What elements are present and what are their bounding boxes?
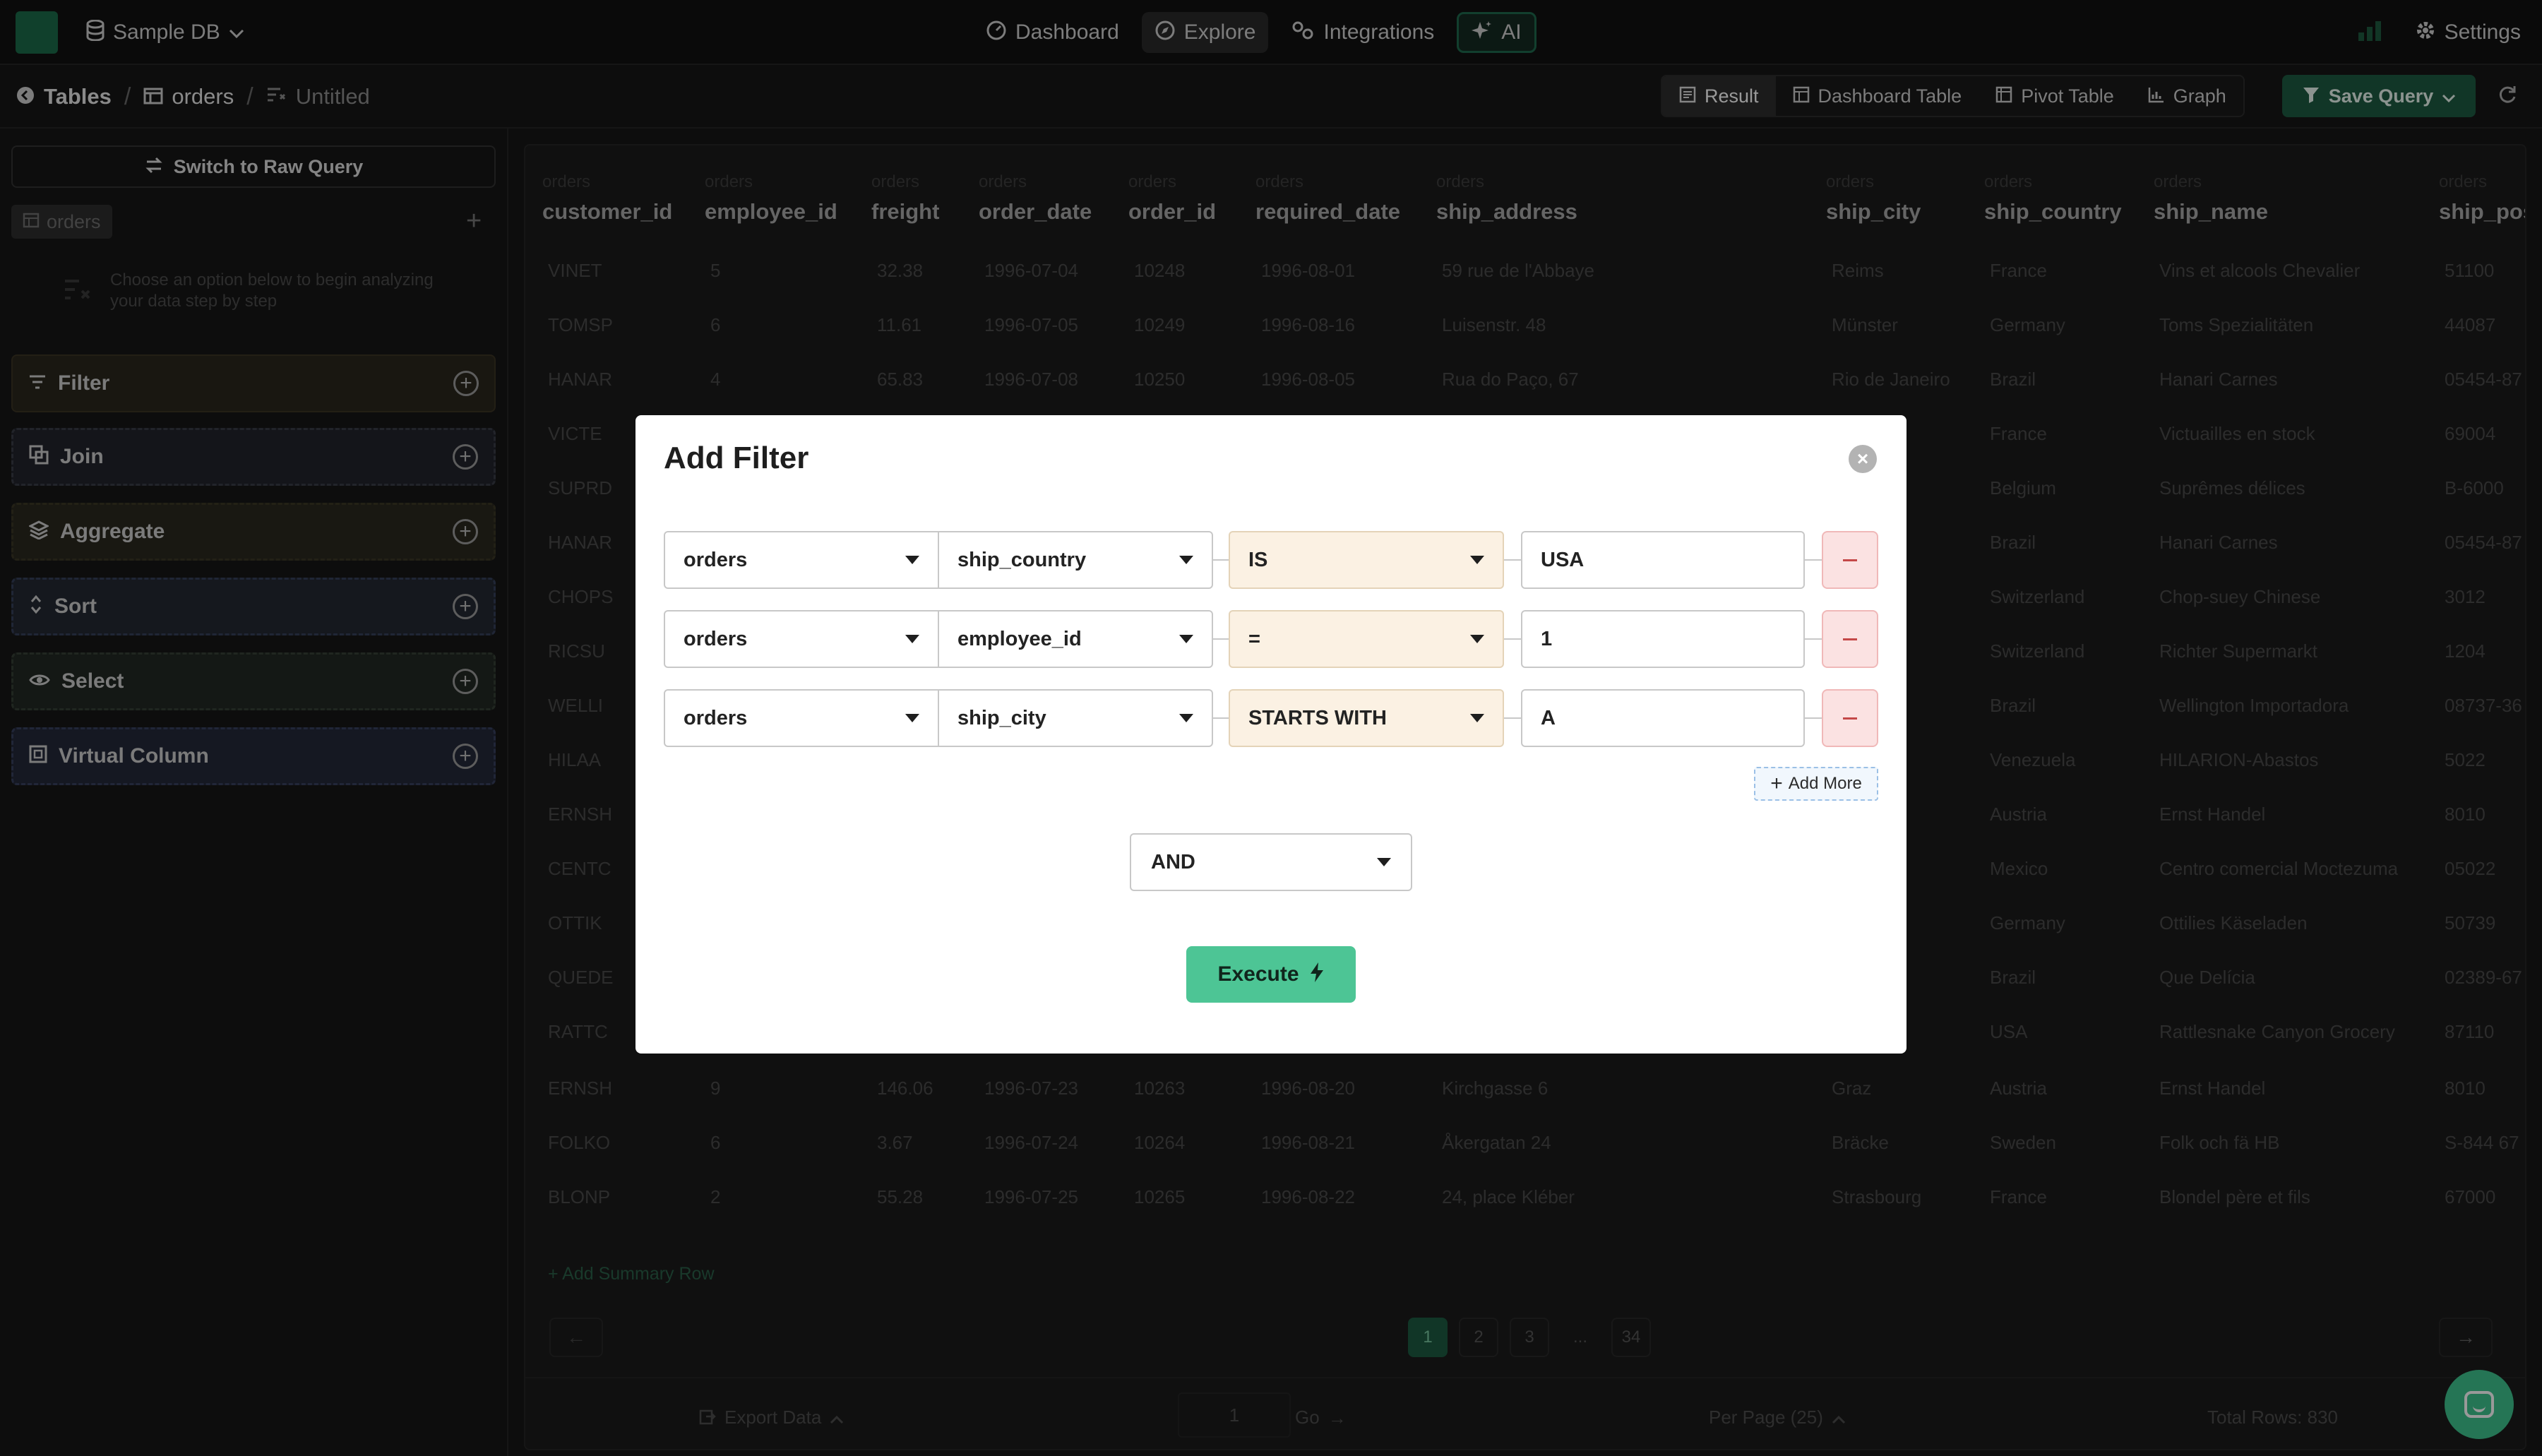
filter-value-text: A [1541, 706, 1556, 729]
minus-icon [1843, 559, 1857, 561]
add-filter-dialog: Add Filter × orders ship_country IS USA … [636, 415, 1906, 1054]
filter-table-value: orders [684, 627, 748, 650]
minus-icon [1843, 638, 1857, 640]
plus-icon: + [1770, 772, 1783, 795]
filter-column-select[interactable]: ship_city [938, 689, 1213, 747]
filter-operator-select[interactable]: IS [1229, 531, 1504, 589]
filter-value-input[interactable]: A [1521, 689, 1805, 747]
caret-down-icon [1470, 556, 1484, 564]
filter-column-value: ship_city [957, 706, 1046, 729]
connector-line [1805, 559, 1822, 561]
filter-column-select[interactable]: employee_id [938, 610, 1213, 668]
filter-operator-value: STARTS WITH [1248, 706, 1387, 729]
filter-value-input[interactable]: 1 [1521, 610, 1805, 668]
remove-filter-button[interactable] [1822, 531, 1878, 589]
filter-table-select[interactable]: orders [664, 689, 939, 747]
caret-down-icon [905, 556, 919, 564]
connector-line [1213, 717, 1229, 719]
remove-filter-button[interactable] [1822, 689, 1878, 747]
connector-line [1213, 638, 1229, 640]
add-more-label: Add More [1788, 774, 1862, 793]
caret-down-icon [1179, 556, 1193, 564]
filter-operator-value: IS [1248, 548, 1268, 571]
caret-down-icon [1377, 858, 1391, 866]
minus-icon [1843, 717, 1857, 720]
filter-table-select[interactable]: orders [664, 531, 939, 589]
caret-down-icon [905, 635, 919, 643]
caret-down-icon [905, 714, 919, 722]
filter-value-text: 1 [1541, 627, 1553, 650]
close-icon: × [1856, 448, 1869, 470]
dialog-title: Add Filter [664, 441, 809, 475]
execute-label: Execute [1217, 962, 1299, 986]
filter-column-value: employee_id [957, 627, 1082, 650]
filter-value-text: USA [1541, 548, 1585, 571]
caret-down-icon [1179, 635, 1193, 643]
connector-line [1504, 717, 1521, 719]
connector-line [1805, 717, 1822, 719]
filter-row: orders ship_city STARTS WITH A [664, 689, 1878, 747]
connector-line [1213, 559, 1229, 561]
execute-button[interactable]: Execute [1186, 946, 1356, 1003]
filter-value-input[interactable]: USA [1521, 531, 1805, 589]
close-button[interactable]: × [1849, 445, 1877, 473]
logic-operator-value: AND [1151, 850, 1195, 873]
filter-table-value: orders [684, 706, 748, 729]
caret-down-icon [1470, 714, 1484, 722]
filter-column-value: ship_country [957, 548, 1087, 571]
logic-operator-select[interactable]: AND [1130, 833, 1412, 891]
connector-line [1805, 638, 1822, 640]
connector-line [1504, 559, 1521, 561]
filter-operator-select[interactable]: = [1229, 610, 1504, 668]
filter-row: orders employee_id = 1 [664, 610, 1878, 668]
filter-row: orders ship_country IS USA [664, 531, 1878, 589]
filter-table-value: orders [684, 548, 748, 571]
filter-operator-value: = [1248, 627, 1260, 650]
filter-operator-select[interactable]: STARTS WITH [1229, 689, 1504, 747]
add-more-button[interactable]: + Add More [1754, 767, 1878, 801]
remove-filter-button[interactable] [1822, 610, 1878, 668]
connector-line [1504, 638, 1521, 640]
filter-column-select[interactable]: ship_country [938, 531, 1213, 589]
filter-table-select[interactable]: orders [664, 610, 939, 668]
caret-down-icon [1179, 714, 1193, 722]
caret-down-icon [1470, 635, 1484, 643]
lightning-icon [1309, 962, 1325, 987]
